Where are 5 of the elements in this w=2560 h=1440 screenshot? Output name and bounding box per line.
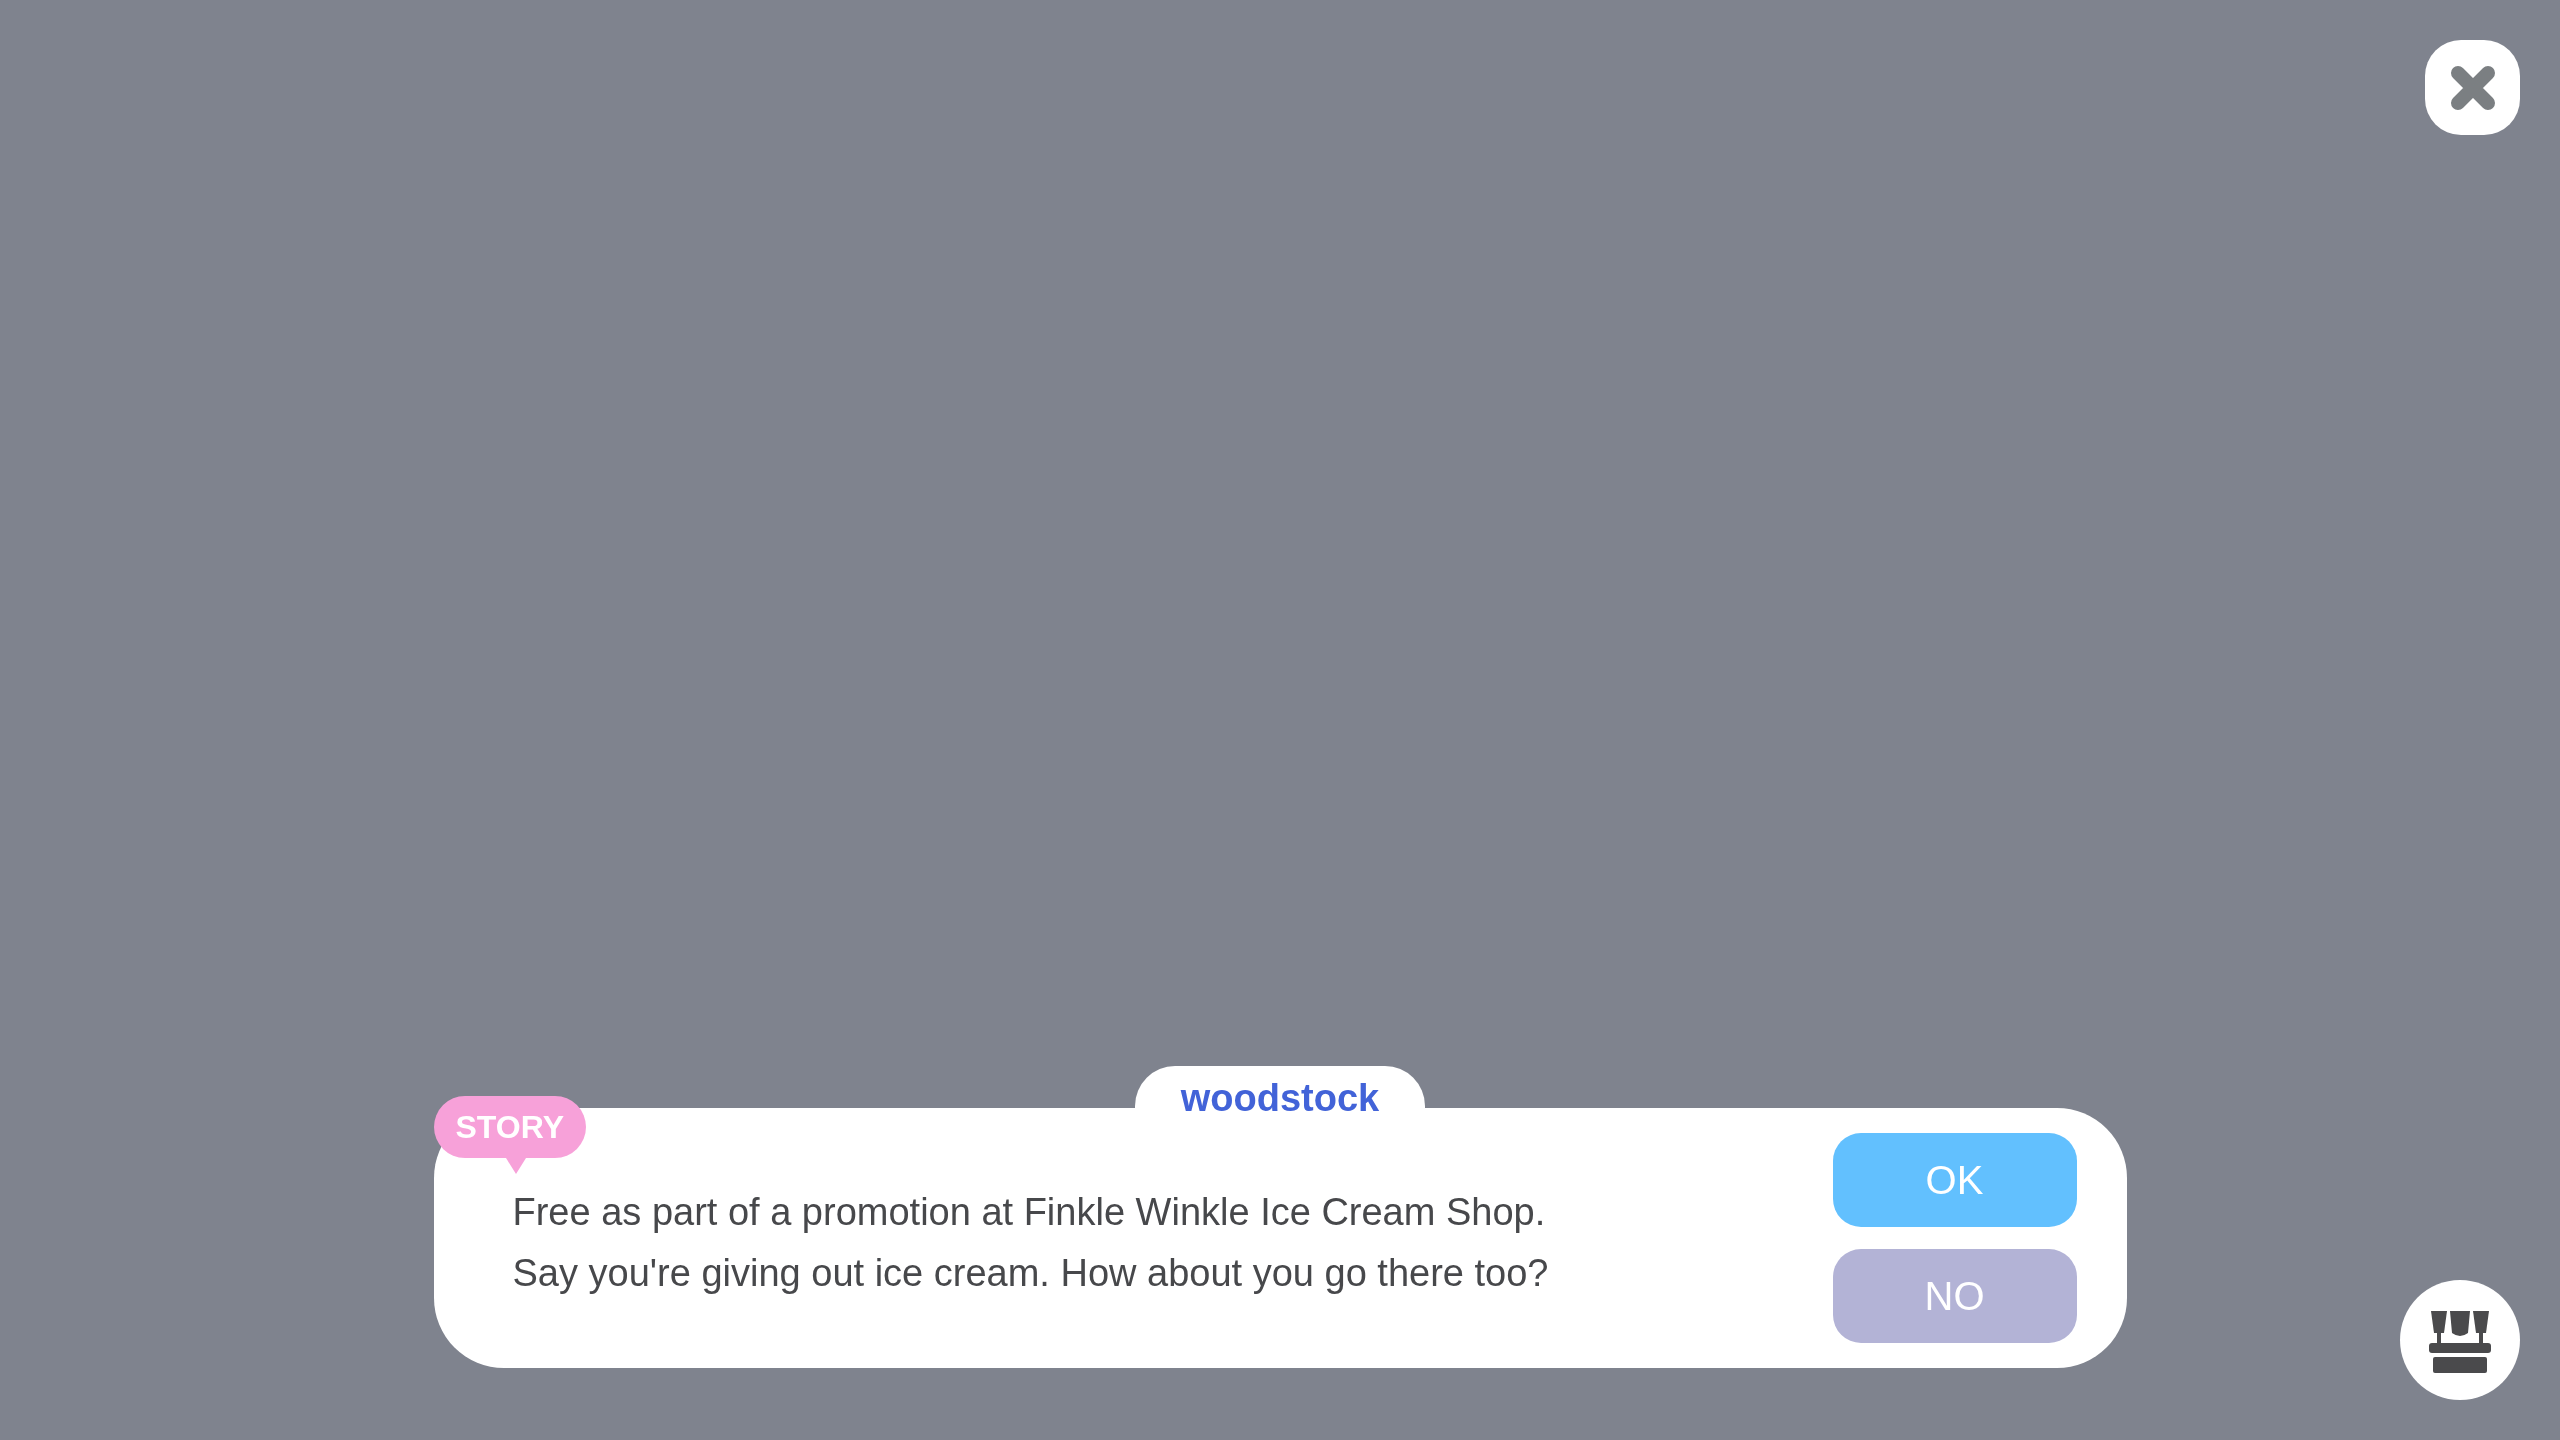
close-button[interactable] <box>2425 40 2520 135</box>
ok-button[interactable]: OK <box>1832 1133 2077 1227</box>
no-button[interactable]: NO <box>1832 1249 2077 1343</box>
dialog-text-line: Say you're giving out ice cream. How about you go there too? <box>512 1251 1549 1296</box>
dialog-text-line: Free as part of a promotion at Finkle Winkle Ice Cream Shop. <box>512 1189 1547 1235</box>
